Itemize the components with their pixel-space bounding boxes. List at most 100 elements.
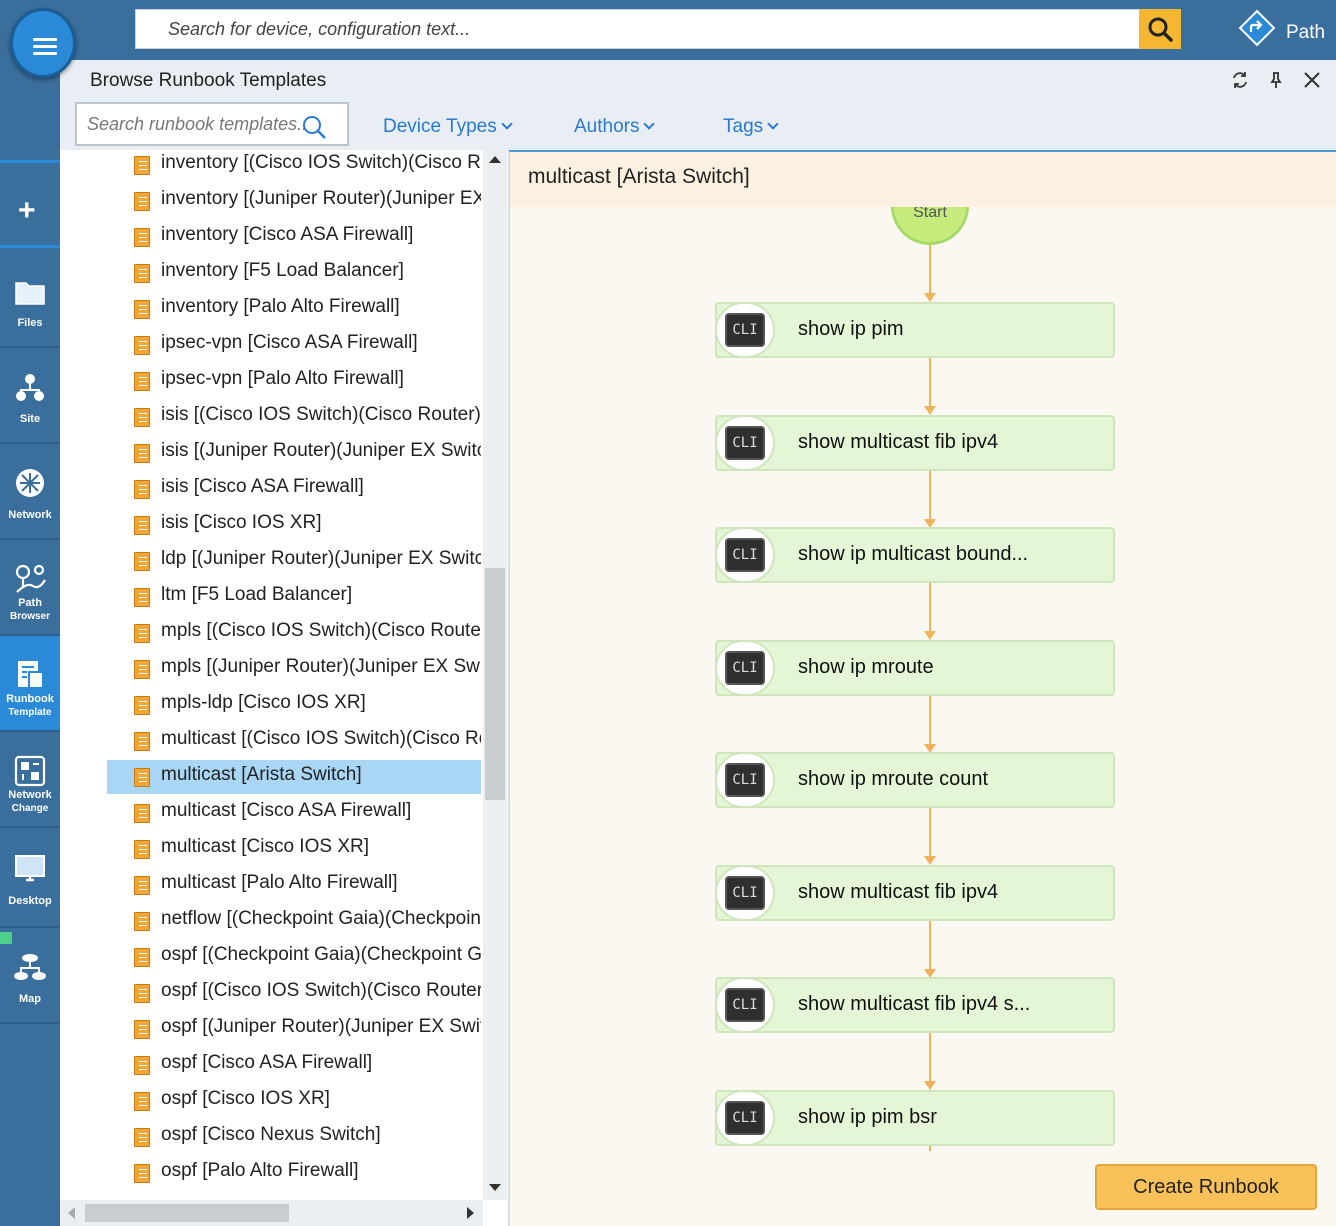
add-button[interactable]: + (0, 160, 60, 248)
template-list-item[interactable]: netflow [(Checkpoint Gaia)(Checkpoint Ga… (107, 904, 481, 938)
sidebar-item-label: Map (19, 993, 41, 1005)
sidebar-item-label: Path Browser (9, 597, 50, 622)
flow-step[interactable]: CLI show multicast fib ipv4 (715, 415, 1115, 471)
close-icon[interactable] (1302, 70, 1322, 90)
global-search-field[interactable] (135, 9, 1140, 49)
template-list-item[interactable]: ospf [Palo Alto Firewall] (107, 1156, 481, 1190)
template-list-item[interactable]: ospf [(Juniper Router)(Juniper EX Switch… (107, 1012, 481, 1046)
flow-step[interactable]: CLI show ip pim (715, 302, 1115, 358)
template-list-item[interactable]: inventory [Palo Alto Firewall] (107, 292, 481, 326)
template-name: inventory [F5 Load Balancer] (161, 260, 404, 281)
template-list-item[interactable]: multicast [Arista Switch] (107, 760, 481, 794)
main-menu-button[interactable] (10, 8, 76, 78)
template-search-input[interactable] (77, 104, 307, 144)
scroll-down-icon[interactable] (489, 1184, 501, 1191)
chevron-down-icon (501, 118, 513, 130)
template-list-item[interactable]: multicast [(Cisco IOS Switch)(Cisco Rout… (107, 724, 481, 758)
sidebar-item-label: Runbook Template (6, 693, 54, 718)
device-types-filter[interactable]: Device Types (383, 116, 513, 138)
flow-arrowhead (924, 631, 936, 640)
scroll-right-icon[interactable] (467, 1207, 474, 1219)
cli-icon: CLI (725, 313, 765, 347)
flow-step[interactable]: CLI show multicast fib ipv4 s... (715, 977, 1115, 1033)
cli-icon: CLI (725, 763, 765, 797)
template-list-item[interactable]: isis [(Cisco IOS Switch)(Cisco Router)] (107, 400, 481, 434)
flow-step[interactable]: CLI show ip mroute (715, 640, 1115, 696)
template-name: ldp [(Juniper Router)(Juniper EX Switch)… (161, 548, 481, 569)
vertical-scrollbar[interactable] (483, 150, 507, 1200)
template-name: ospf [Cisco IOS XR] (161, 1088, 330, 1109)
flow-arrowhead (924, 1081, 936, 1090)
template-list-item[interactable]: inventory [Cisco ASA Firewall] (107, 220, 481, 254)
scroll-thumb[interactable] (485, 568, 505, 800)
template-list-item[interactable]: isis [Cisco ASA Firewall] (107, 472, 481, 506)
template-list-item[interactable]: multicast [Palo Alto Firewall] (107, 868, 481, 902)
sidebar-item-path-browser[interactable]: Path Browser (0, 540, 60, 636)
flow-step[interactable]: CLI show ip mroute count (715, 752, 1115, 808)
cli-badge-holder: CLI (715, 640, 775, 696)
runbook-doc-icon (134, 1164, 150, 1183)
template-list-item[interactable]: inventory [F5 Load Balancer] (107, 256, 481, 290)
global-search-input[interactable] (136, 10, 1139, 48)
template-name: ipsec-vpn [Cisco ASA Firewall] (161, 332, 418, 353)
template-list-item[interactable]: ospf [Cisco ASA Firewall] (107, 1048, 481, 1082)
template-list-item[interactable]: isis [Cisco IOS XR] (107, 508, 481, 542)
flow-connector (929, 921, 931, 970)
template-name: isis [(Cisco IOS Switch)(Cisco Router)] (161, 404, 481, 425)
template-list-item[interactable]: ospf [(Cisco IOS Switch)(Cisco Router)] (107, 976, 481, 1010)
template-list-item[interactable]: ospf [Cisco IOS XR] (107, 1084, 481, 1118)
template-name: isis [Cisco ASA Firewall] (161, 476, 364, 497)
flowchart[interactable]: Start CLI show ip pim CLI show multicast fi… (510, 207, 1336, 1207)
create-runbook-button[interactable]: Create Runbook (1095, 1164, 1317, 1210)
template-list-item[interactable]: multicast [Cisco IOS XR] (107, 832, 481, 866)
template-list-item[interactable]: mpls-ldp [Cisco IOS XR] (107, 688, 481, 722)
runbook-doc-icon (134, 840, 150, 859)
template-list-item[interactable]: isis [(Juniper Router)(Juniper EX Switch… (107, 436, 481, 470)
flow-step-label: show multicast fib ipv4 (798, 881, 999, 903)
runbook-doc-icon (134, 1020, 150, 1039)
runbook-doc-icon (134, 1128, 150, 1147)
template-list-item[interactable]: ospf [Cisco Nexus Switch] (107, 1120, 481, 1154)
path-icon (1238, 9, 1276, 47)
flow-step-label: show ip pim (798, 318, 904, 340)
search-icon (1148, 17, 1173, 42)
sidebar-item-runbook-template[interactable]: Runbook Template (0, 636, 60, 732)
runbook-doc-icon (134, 1092, 150, 1111)
sidebar-item-files[interactable]: Files (0, 252, 60, 348)
tags-filter[interactable]: Tags (723, 116, 779, 138)
template-list-item[interactable]: mpls [(Cisco IOS Switch)(Cisco Router)] (107, 616, 481, 650)
scroll-left-icon[interactable] (68, 1207, 75, 1219)
refresh-icon[interactable] (1230, 70, 1250, 90)
left-sidebar: + Files Site Network Path Browser Runbook Temp… (0, 0, 60, 1226)
sidebar-item-site[interactable]: Site (0, 348, 60, 444)
flow-step[interactable]: CLI show ip multicast bound... (715, 527, 1115, 583)
scroll-thumb[interactable] (85, 1204, 289, 1222)
template-list-item[interactable]: ltm [F5 Load Balancer] (107, 580, 481, 614)
authors-filter[interactable]: Authors (574, 116, 656, 138)
template-list-item[interactable]: ipsec-vpn [Cisco ASA Firewall] (107, 328, 481, 362)
map-icon (14, 954, 46, 980)
sidebar-item-desktop[interactable]: Desktop (0, 830, 60, 928)
template-list-item[interactable]: inventory [(Cisco IOS Switch)(Cisco Rout… (107, 150, 481, 182)
template-search-field[interactable] (75, 102, 349, 146)
flow-step[interactable]: CLI show ip pim bsr (715, 1090, 1115, 1146)
runbook-doc-icon (134, 624, 150, 643)
horizontal-scrollbar[interactable] (60, 1200, 483, 1226)
sidebar-item-label: Network (8, 509, 52, 521)
sidebar-item-network[interactable]: Network (0, 444, 60, 540)
start-node[interactable]: Start (891, 207, 969, 245)
template-list-item[interactable]: ipsec-vpn [Palo Alto Firewall] (107, 364, 481, 398)
search-button[interactable] (1139, 9, 1181, 49)
template-list-item[interactable]: ospf [(Checkpoint Gaia)(Checkpoint Gaia)… (107, 940, 481, 974)
template-list-item[interactable]: ldp [(Juniper Router)(Juniper EX Switch)… (107, 544, 481, 578)
template-name: multicast [(Cisco IOS Switch)(Cisco Rout… (161, 728, 481, 749)
pin-icon[interactable] (1266, 70, 1286, 90)
template-list-item[interactable]: multicast [Cisco ASA Firewall] (107, 796, 481, 830)
flow-step[interactable]: CLI show multicast fib ipv4 (715, 865, 1115, 921)
template-list-item[interactable]: inventory [(Juniper Router)(Juniper EX S… (107, 184, 481, 218)
sidebar-item-network-change[interactable]: Network Change (0, 732, 60, 828)
flow-connector (929, 583, 931, 632)
template-name: multicast [Palo Alto Firewall] (161, 872, 398, 893)
scroll-up-icon[interactable] (489, 156, 501, 163)
template-list-item[interactable]: mpls [(Juniper Router)(Juniper EX Switch… (107, 652, 481, 686)
